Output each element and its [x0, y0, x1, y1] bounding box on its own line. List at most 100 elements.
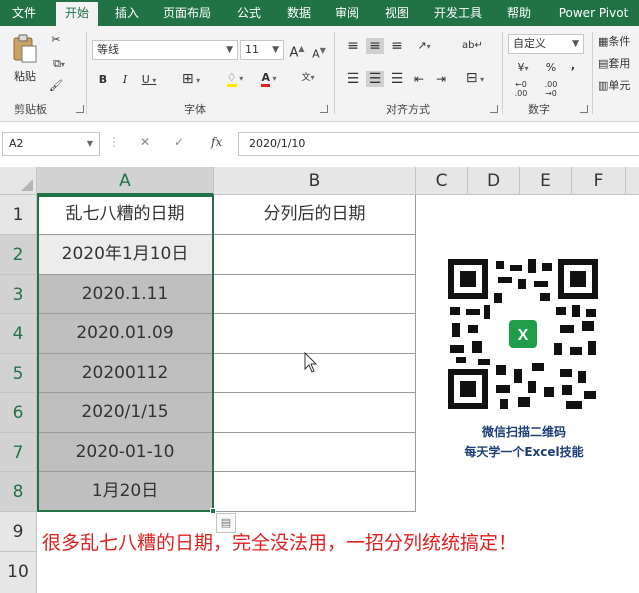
cell-b2[interactable]	[214, 235, 416, 275]
align-right-icon[interactable]: ☰	[388, 71, 406, 87]
decrease-indent-icon[interactable]: ⇤	[410, 71, 428, 87]
cancel-icon[interactable]: ✕	[140, 135, 150, 149]
row-header-5[interactable]: 5	[0, 354, 37, 393]
percent-button[interactable]: %	[544, 60, 558, 76]
tab-review[interactable]: 审阅	[326, 0, 368, 26]
clipboard-group-label: 剪贴板	[14, 103, 47, 116]
underline-button[interactable]: U ▾	[138, 72, 160, 89]
column-header-b[interactable]: B	[214, 167, 416, 195]
formula-bar: A2 ▼ ⋮ ✕ ✓ fx 2020/1/10	[0, 132, 639, 156]
cell-b7[interactable]	[214, 433, 416, 472]
chevron-down-icon: ▼	[572, 39, 579, 49]
select-all-button[interactable]	[0, 167, 37, 195]
cell-a3[interactable]: 2020.1.11	[37, 275, 214, 314]
row-header-1[interactable]: 1	[0, 195, 37, 235]
align-center-icon[interactable]: ☰	[366, 71, 384, 87]
cell-a2[interactable]: 2020年1月10日	[37, 235, 214, 275]
column-header-d[interactable]: D	[468, 167, 520, 195]
fill-color-button[interactable]: ♢ ▾	[220, 70, 250, 87]
bold-button[interactable]: B	[96, 72, 110, 88]
comma-button[interactable]: ,	[566, 58, 580, 74]
row-header-10[interactable]: 10	[0, 552, 37, 593]
decrease-decimal-icon[interactable]: .00 →0	[540, 80, 562, 98]
font-launcher-icon[interactable]	[320, 105, 328, 113]
name-box[interactable]: A2 ▼	[2, 132, 100, 156]
row-header-9[interactable]: 9	[0, 512, 37, 552]
cell-a7[interactable]: 2020-01-10	[37, 433, 214, 472]
alignment-launcher-icon[interactable]	[490, 105, 498, 113]
tab-formulas[interactable]: 公式	[228, 0, 270, 26]
paste-button[interactable]: 粘贴	[8, 34, 42, 90]
align-left-icon[interactable]: ☰	[344, 71, 362, 87]
column-header-c[interactable]: C	[416, 167, 468, 195]
row-header-2[interactable]: 2	[0, 235, 37, 275]
insert-function-button[interactable]: fx	[211, 135, 222, 149]
separator	[592, 32, 593, 114]
tab-view[interactable]: 视图	[376, 0, 418, 26]
enter-icon[interactable]: ✓	[174, 135, 184, 149]
row-header-3[interactable]: 3	[0, 275, 37, 314]
row-header-4[interactable]: 4	[0, 314, 37, 354]
merge-center-button[interactable]: ⊟ ▾	[460, 70, 490, 88]
tab-help[interactable]: 帮助	[498, 0, 540, 26]
formula-input[interactable]: 2020/1/10	[238, 132, 639, 156]
accounting-format-button[interactable]: ¥▾	[510, 60, 536, 77]
qr-caption-2: 每天学一个Excel技能	[464, 445, 584, 459]
font-name-combo[interactable]: 等线 ▼	[92, 40, 238, 60]
borders-icon: ⊞	[181, 71, 194, 87]
cell-a1[interactable]: 乱七八糟的日期	[37, 195, 214, 235]
clipboard-launcher-icon[interactable]	[76, 105, 84, 113]
ribbon-tab-bar: 文件 开始 插入 页面布局 公式 数据 审阅 视图 开发工具 帮助 Power …	[0, 0, 639, 26]
wrap-text-icon[interactable]: ab↵	[462, 38, 483, 54]
font-size-combo[interactable]: 11 ▼	[240, 40, 284, 60]
merge-icon: ⊟	[465, 70, 478, 86]
font-size-value: 11	[245, 43, 259, 56]
align-top-icon[interactable]: ≡	[344, 38, 362, 54]
cell-b1[interactable]: 分列后的日期	[214, 195, 416, 235]
cell-b4[interactable]	[214, 314, 416, 354]
tab-page-layout[interactable]: 页面布局	[156, 0, 218, 26]
tip-note: 很多乱七八糟的日期，完全没法用，一招分列统统搞定！	[42, 532, 518, 554]
format-painter-icon[interactable]: 🖌	[46, 78, 66, 94]
phonetic-button[interactable]: 文▾	[296, 70, 320, 86]
tab-power-pivot[interactable]: Power Pivot	[548, 0, 639, 26]
increase-decimal-icon[interactable]: ←0.00	[510, 80, 532, 98]
cell-a4[interactable]: 2020.01.09	[37, 314, 214, 354]
cell-b8[interactable]	[214, 472, 416, 512]
conditional-formatting-button[interactable]: ▦条件	[598, 34, 639, 50]
grow-font-button[interactable]: A▲	[288, 41, 306, 61]
tab-home[interactable]: 开始	[56, 2, 98, 26]
increase-indent-icon[interactable]: ⇥	[432, 71, 450, 87]
cut-icon[interactable]: ✂	[46, 32, 66, 48]
column-header-g[interactable]	[626, 167, 639, 195]
row-header-6[interactable]: 6	[0, 393, 37, 433]
column-header-a[interactable]: A	[37, 167, 214, 195]
cell-a5[interactable]: 20200112	[37, 354, 214, 393]
tab-data[interactable]: 数据	[278, 0, 320, 26]
align-bottom-icon[interactable]: ≡	[388, 38, 406, 54]
align-middle-icon[interactable]: ≡	[366, 38, 384, 54]
cell-styles-button[interactable]: ▥单元	[598, 78, 639, 94]
column-header-e[interactable]: E	[520, 167, 572, 195]
cell-b6[interactable]	[214, 393, 416, 433]
shrink-font-button[interactable]: A▼	[310, 43, 328, 63]
cell-b3[interactable]	[214, 275, 416, 314]
cell-a8[interactable]: 1月20日	[37, 472, 214, 512]
number-launcher-icon[interactable]	[580, 105, 588, 113]
row-header-8[interactable]: 8	[0, 472, 37, 512]
number-format-combo[interactable]: 自定义 ▼	[508, 34, 584, 54]
copy-icon[interactable]: ⧉▾	[46, 56, 72, 73]
mouse-cursor-icon	[304, 352, 318, 373]
tab-file[interactable]: 文件	[0, 0, 48, 26]
format-as-table-button[interactable]: ▤套用	[598, 56, 639, 72]
column-header-f[interactable]: F	[572, 167, 626, 195]
chevron-down-icon: ▼	[226, 45, 233, 55]
tab-insert[interactable]: 插入	[106, 0, 148, 26]
font-color-button[interactable]: A ▾	[254, 70, 284, 87]
orientation-button[interactable]: ↗▾	[410, 38, 438, 55]
cell-a6[interactable]: 2020/1/15	[37, 393, 214, 433]
borders-button[interactable]: ⊞ ▾	[176, 71, 206, 89]
tab-developer[interactable]: 开发工具	[426, 0, 490, 26]
row-header-7[interactable]: 7	[0, 433, 37, 472]
italic-button[interactable]: I	[118, 72, 132, 88]
